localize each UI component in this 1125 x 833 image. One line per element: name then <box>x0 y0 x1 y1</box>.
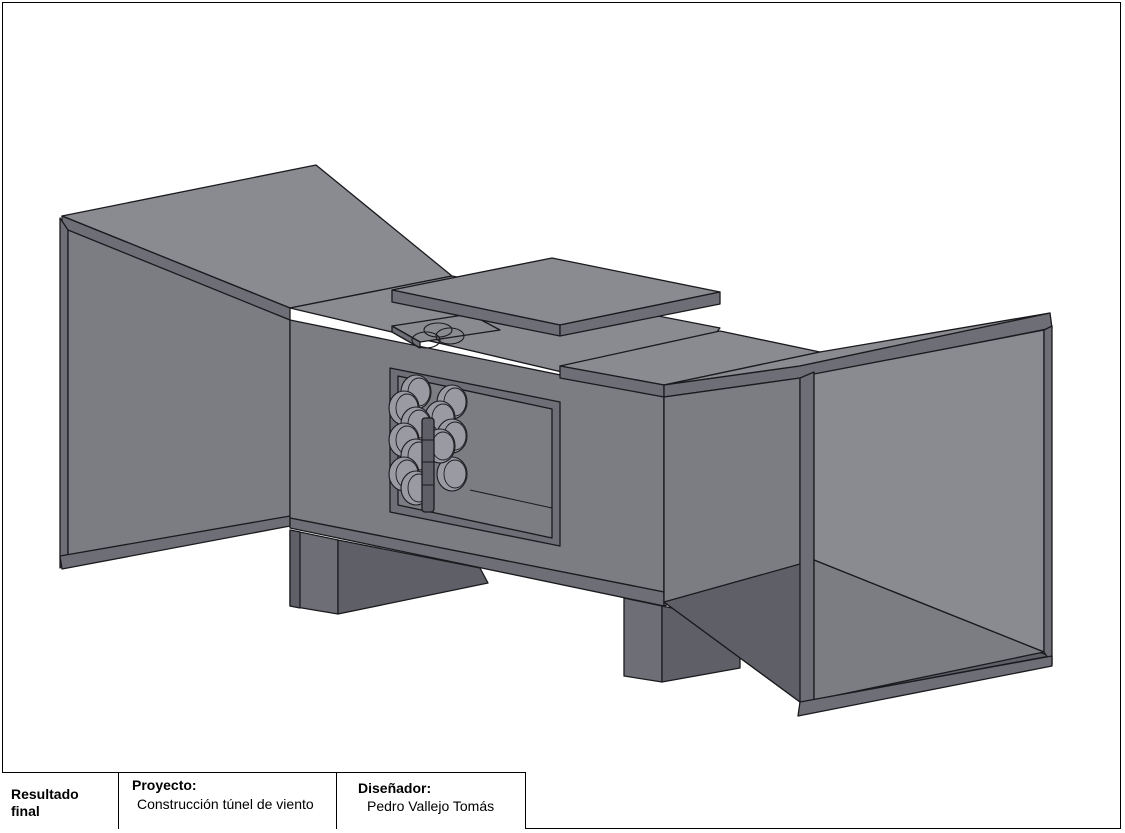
title-block: Resultado final Proyecto: Construcción t… <box>2 772 526 829</box>
project-label: Proyecto: <box>132 777 197 793</box>
project-value: Construcción túnel de viento <box>137 796 314 812</box>
diffuser-outlet-right-rim <box>1043 325 1053 665</box>
title-block-designer-cell: Diseñador: Pedro Vallejo Tomás <box>336 773 525 829</box>
contraction-left-rim <box>59 217 69 569</box>
support-leg-right-front <box>623 597 663 683</box>
result-label: Resultado final <box>11 786 79 819</box>
wind-tunnel-isometric-drawing <box>59 164 1053 717</box>
title-block-project-cell: Proyecto: Construcción túnel de viento <box>118 773 336 829</box>
title-block-result-cell: Resultado final <box>2 773 118 829</box>
window-hinge-pin <box>421 417 435 513</box>
designer-value: Pedro Vallejo Tomás <box>367 798 495 814</box>
support-leg-left-edge <box>289 529 301 609</box>
designer-label: Diseñador: <box>358 780 432 796</box>
diffuser-outlet-left-rim <box>799 371 815 709</box>
